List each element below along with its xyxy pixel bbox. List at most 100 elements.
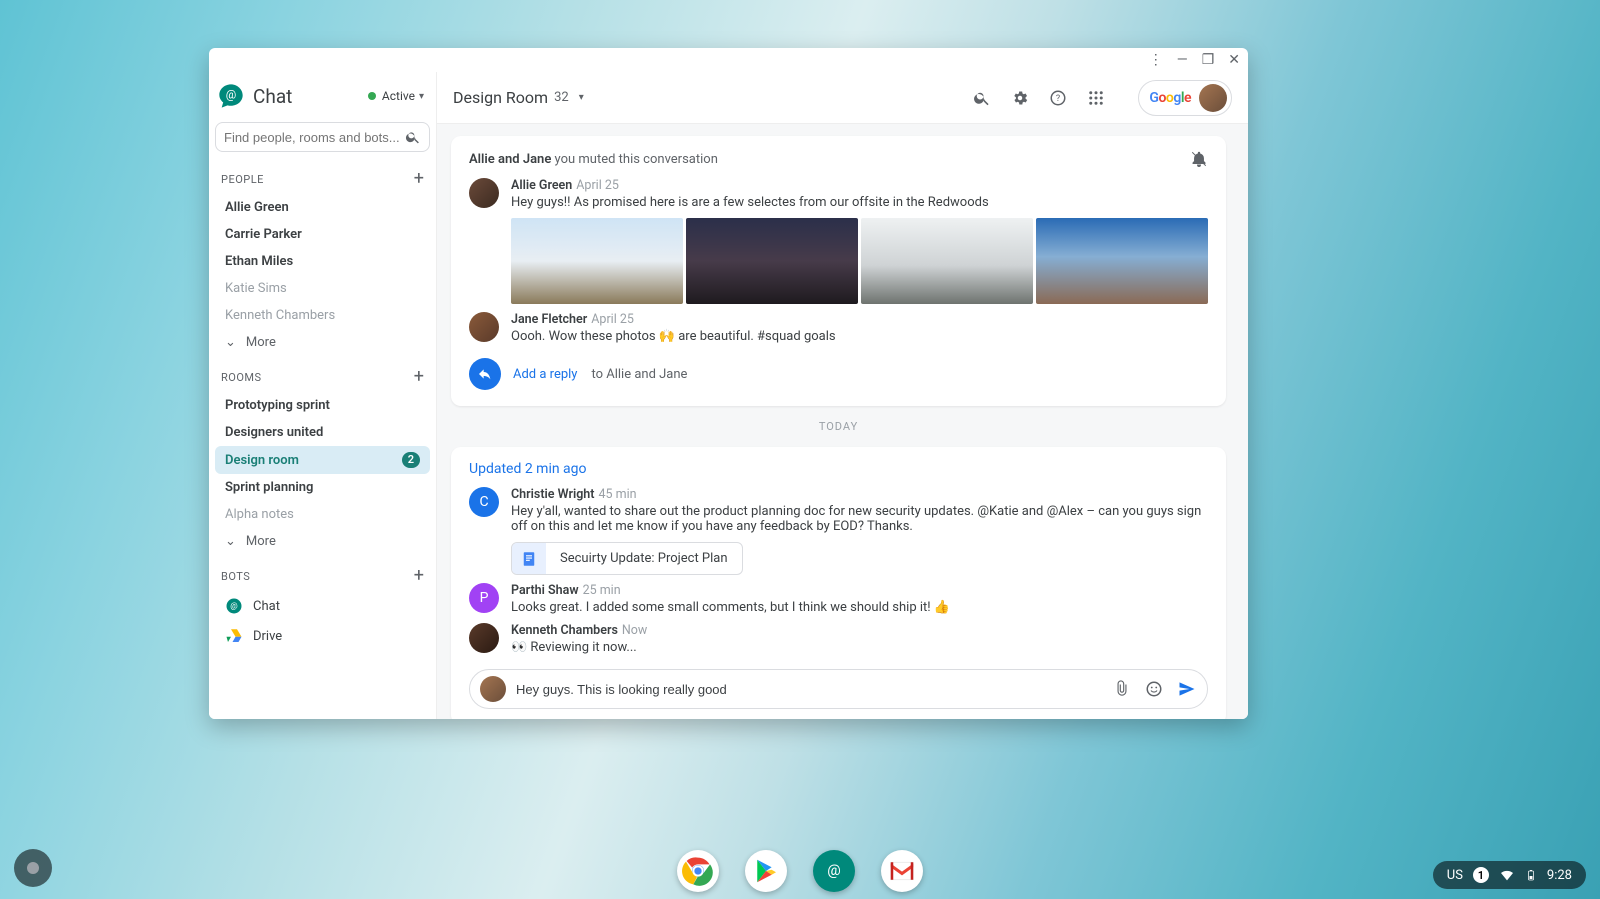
sidebar: @ Chat Active ▾ P <box>209 72 437 719</box>
thread-title: Allie and Jane you muted this conversati… <box>469 152 718 167</box>
message-scroll[interactable]: Allie and Jane you muted this conversati… <box>437 124 1248 719</box>
avatar <box>469 312 499 342</box>
sidebar-item-person[interactable]: Allie Green <box>215 194 430 221</box>
sidebar-item-person[interactable]: Katie Sims <box>215 275 430 302</box>
message: Kenneth ChambersNow 👀 Reviewing it now..… <box>469 623 1208 655</box>
photo-thumbnail[interactable] <box>1036 218 1208 304</box>
add-reply-link[interactable]: Add a reply <box>513 367 577 382</box>
section-head-bots: Bots + <box>215 561 430 591</box>
chevron-down-icon: ▾ <box>579 92 584 103</box>
main-header: Design Room 32 ▾ ? Google <box>437 72 1248 124</box>
message: Jane FletcherApril 25 Oooh. Wow these ph… <box>469 312 1208 344</box>
room-name: Design Room <box>453 88 548 107</box>
sidebar-header: @ Chat Active ▾ <box>215 72 430 120</box>
people-more[interactable]: ⌄ More <box>215 329 430 356</box>
photo-thumbnail[interactable] <box>861 218 1033 304</box>
account-chip[interactable]: Google <box>1138 80 1232 116</box>
chevron-down-icon: ⌄ <box>225 534 236 549</box>
window-menu-icon[interactable]: ⋮ <box>1149 52 1163 68</box>
window-minimize-icon[interactable]: — <box>1177 52 1188 68</box>
send-icon[interactable] <box>1177 679 1197 699</box>
message-text: 👀 Reviewing it now... <box>511 640 1208 655</box>
chromeos-shelf: @ US 1 9:28 <box>0 843 1600 899</box>
search-icon[interactable] <box>405 129 421 145</box>
room-member-count: 32 <box>554 90 569 105</box>
sidebar-item-room[interactable]: Sprint planning <box>215 474 430 501</box>
reply-icon[interactable] <box>469 358 501 390</box>
shelf-app-play[interactable] <box>745 850 787 892</box>
photo-thumbnail[interactable] <box>686 218 858 304</box>
window-titlebar: ⋮ — ❐ ✕ <box>209 48 1248 72</box>
shelf-app-chrome[interactable] <box>677 850 719 892</box>
add-bot-icon[interactable]: + <box>414 567 424 585</box>
chevron-down-icon: ▾ <box>419 91 424 102</box>
app-title: Chat <box>253 85 368 108</box>
message-text: Looks great. I added some small comments… <box>511 600 1208 615</box>
add-room-icon[interactable]: + <box>414 368 424 386</box>
battery-icon <box>1525 867 1537 883</box>
unread-badge: 2 <box>402 452 420 468</box>
system-tray[interactable]: US 1 9:28 <box>1433 861 1586 889</box>
message-text: Oooh. Wow these photos 🙌 are beautiful. … <box>511 329 1208 344</box>
compose-input[interactable] <box>516 682 1103 697</box>
reply-row: Add a reply to Allie and Jane <box>469 358 1208 390</box>
emoji-icon[interactable] <box>1145 680 1163 698</box>
notification-count: 1 <box>1473 867 1489 883</box>
thread-updated-label: Updated 2 min ago <box>469 461 1208 477</box>
avatar: P <box>469 583 499 613</box>
sidebar-item-room[interactable]: Alpha notes <box>215 501 430 528</box>
chat-logo-icon: @ <box>217 82 245 110</box>
photo-thumbnail[interactable] <box>511 218 683 304</box>
bell-off-icon[interactable] <box>1190 150 1208 168</box>
sidebar-search[interactable] <box>215 122 430 152</box>
chevron-down-icon: ⌄ <box>225 335 236 350</box>
svg-text:@: @ <box>226 87 236 101</box>
reply-to-label: to Allie and Jane <box>591 367 687 382</box>
sidebar-item-room-active[interactable]: Design room 2 <box>215 446 430 474</box>
drive-bot-icon <box>225 627 243 645</box>
shelf-app-chat[interactable]: @ <box>813 850 855 892</box>
sidebar-item-bot-chat[interactable]: @ Chat <box>215 591 430 621</box>
message: Allie GreenApril 25 Hey guys!! As promis… <box>469 178 1208 304</box>
search-icon[interactable] <box>972 88 992 108</box>
section-head-rooms: Rooms + <box>215 362 430 392</box>
svg-text:@: @ <box>230 601 238 611</box>
presence-dot-icon <box>368 92 376 100</box>
rooms-more[interactable]: ⌄ More <box>215 528 430 555</box>
shelf-apps: @ <box>677 850 923 892</box>
thread-card: Updated 2 min ago C Christie Wright45 mi… <box>451 447 1226 719</box>
add-people-icon[interactable]: + <box>414 170 424 188</box>
window-close-icon[interactable]: ✕ <box>1228 52 1240 68</box>
clock: 9:28 <box>1547 868 1572 883</box>
avatar <box>469 178 499 208</box>
help-icon[interactable]: ? <box>1048 88 1068 108</box>
desktop: ⋮ — ❐ ✕ @ Chat Active ▾ <box>0 0 1600 899</box>
sidebar-item-person[interactable]: Ethan Miles <box>215 248 430 275</box>
sidebar-item-person[interactable]: Kenneth Chambers <box>215 302 430 329</box>
doc-attachment[interactable]: Secuirty Update: Project Plan <box>511 542 743 575</box>
sidebar-item-room[interactable]: Designers united <box>215 419 430 446</box>
avatar: C <box>469 487 499 517</box>
room-selector[interactable]: Design Room 32 ▾ <box>453 88 584 107</box>
gear-icon[interactable] <box>1010 88 1030 108</box>
svg-text:@: @ <box>827 861 840 879</box>
attachment-icon[interactable] <box>1113 680 1131 698</box>
photo-attachments <box>511 218 1208 304</box>
header-actions: ? Google <box>972 80 1232 116</box>
presence-dropdown[interactable]: Active ▾ <box>368 89 424 103</box>
doc-name: Secuirty Update: Project Plan <box>546 543 742 574</box>
window-maximize-icon[interactable]: ❐ <box>1202 52 1215 68</box>
shelf-app-gmail[interactable] <box>881 850 923 892</box>
sidebar-item-room[interactable]: Prototyping sprint <box>215 392 430 419</box>
svg-text:?: ? <box>1056 94 1060 104</box>
apps-grid-icon[interactable] <box>1086 88 1106 108</box>
section-head-people: People + <box>215 164 430 194</box>
sidebar-search-input[interactable] <box>224 130 405 145</box>
launcher-button[interactable] <box>14 849 52 887</box>
sidebar-item-bot-drive[interactable]: Drive <box>215 621 430 651</box>
section-label-rooms: Rooms <box>221 371 262 384</box>
compose-row <box>469 669 1208 709</box>
wifi-icon <box>1499 867 1515 883</box>
sidebar-item-person[interactable]: Carrie Parker <box>215 221 430 248</box>
date-divider: TODAY <box>451 420 1226 433</box>
